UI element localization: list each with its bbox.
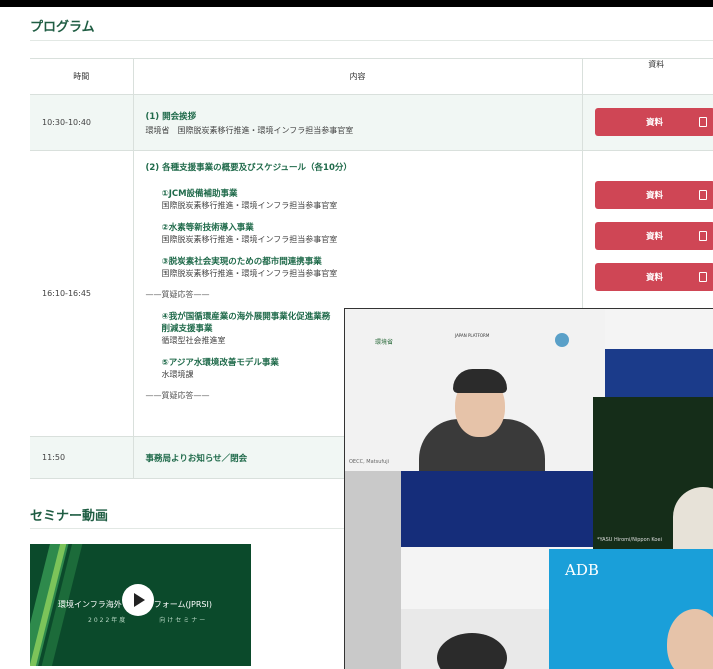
video-tile-adb: ADB [549, 549, 713, 669]
program-heading: プログラム [30, 20, 95, 35]
logo-platform: JAPAN PLATFORM [455, 333, 490, 338]
program-heading-divider [30, 40, 713, 41]
video-tile-4 [401, 471, 593, 547]
pdf-icon [698, 272, 707, 282]
header-materials: 資料 [582, 58, 713, 95]
row-time: 16:10-16:45 [30, 150, 133, 437]
adb-logo: ADB [565, 561, 599, 579]
person-hair [453, 369, 507, 393]
participant-caption: OECC, Matsufuji [349, 459, 390, 465]
logo-oecc-icon [555, 333, 569, 347]
row-subtitle: 環境省 国際脱炭素移行推進・環境インフラ担当参事官室 [145, 125, 354, 135]
row-materials: 資料 [582, 94, 713, 151]
pdf-icon [698, 117, 707, 127]
table-header-row: 時間 内容 資料 [30, 58, 713, 95]
person-hair [437, 633, 507, 669]
row-content: (1) 開会挨拶 環境省 国際脱炭素移行推進・環境インフラ担当参事官室 [132, 94, 583, 151]
item-title: ②水素等新技術導入事業 [161, 223, 254, 233]
person-body [673, 487, 713, 549]
table-row: 10:30-10:40 (1) 開会挨拶 環境省 国際脱炭素移行推進・環境インフ… [30, 94, 713, 151]
seminar-heading: セミナー動画 [30, 509, 109, 524]
material-button-stack: 資料 資料 資料 [594, 181, 713, 291]
material-button[interactable]: 資料 [594, 263, 713, 291]
video-tile-3: *YASU Hiromi/Nippon Koei [593, 397, 713, 549]
material-button-label: 資料 [645, 118, 663, 128]
pdf-icon [698, 190, 707, 200]
item-org: 国際脱炭素移行推進・環境インフラ担当参事官室 [161, 235, 338, 244]
video-tile-5 [345, 471, 401, 669]
window-top-border [0, 0, 713, 7]
material-button[interactable]: 資料 [594, 222, 713, 250]
item-title: ①JCM設備補助事業 [161, 189, 238, 199]
material-button[interactable]: 資料 [594, 181, 713, 209]
row-title: (1) 開会挨拶 [145, 111, 197, 122]
pdf-icon [698, 231, 707, 241]
row-title: (2) 各種支援事業の概要及びスケジュール（各10分） [145, 163, 352, 173]
list-item: ③脱炭素社会実現のための都市間連携事業 国際脱炭素移行推進・環境インフラ担当参事… [146, 255, 570, 279]
row-time: 10:30-10:40 [30, 94, 133, 151]
material-button-label: 資料 [645, 273, 663, 283]
person-face [667, 609, 713, 669]
video-tile-6 [401, 609, 549, 669]
item-title: ③脱炭素社会実現のための都市間連携事業 [161, 257, 322, 267]
material-button-label: 資料 [645, 191, 663, 201]
qa-label: ——質疑応答—— [145, 290, 210, 299]
material-button[interactable]: 資料 [594, 108, 713, 136]
logo-moe: 環境省 [375, 339, 394, 346]
participant-caption: *YASU Hiromi/Nippon Koei [597, 537, 662, 543]
list-item: ②水素等新技術導入事業 国際脱炭素移行推進・環境インフラ担当参事官室 [146, 221, 570, 245]
item-org: 国際脱炭素移行推進・環境インフラ担当参事官室 [161, 269, 338, 278]
item-org: 国際脱炭素移行推進・環境インフラ担当参事官室 [161, 201, 338, 210]
list-item: ①JCM設備補助事業 国際脱炭素移行推進・環境インフラ担当参事官室 [146, 187, 570, 211]
header-content: 内容 [132, 58, 583, 95]
thumbnail-subtitle: 2022年度 向けセミナー [88, 617, 208, 624]
play-icon[interactable] [122, 584, 154, 616]
header-time: 時間 [30, 58, 133, 95]
row-time: 11:50 [30, 436, 133, 479]
material-button-label: 資料 [645, 232, 663, 242]
video-tile-1: 環境省 JAPAN PLATFORM OECC, Matsufuji [345, 309, 605, 471]
video-conference-overlay: 環境省 JAPAN PLATFORM OECC, Matsufuji *YASU… [344, 308, 713, 669]
